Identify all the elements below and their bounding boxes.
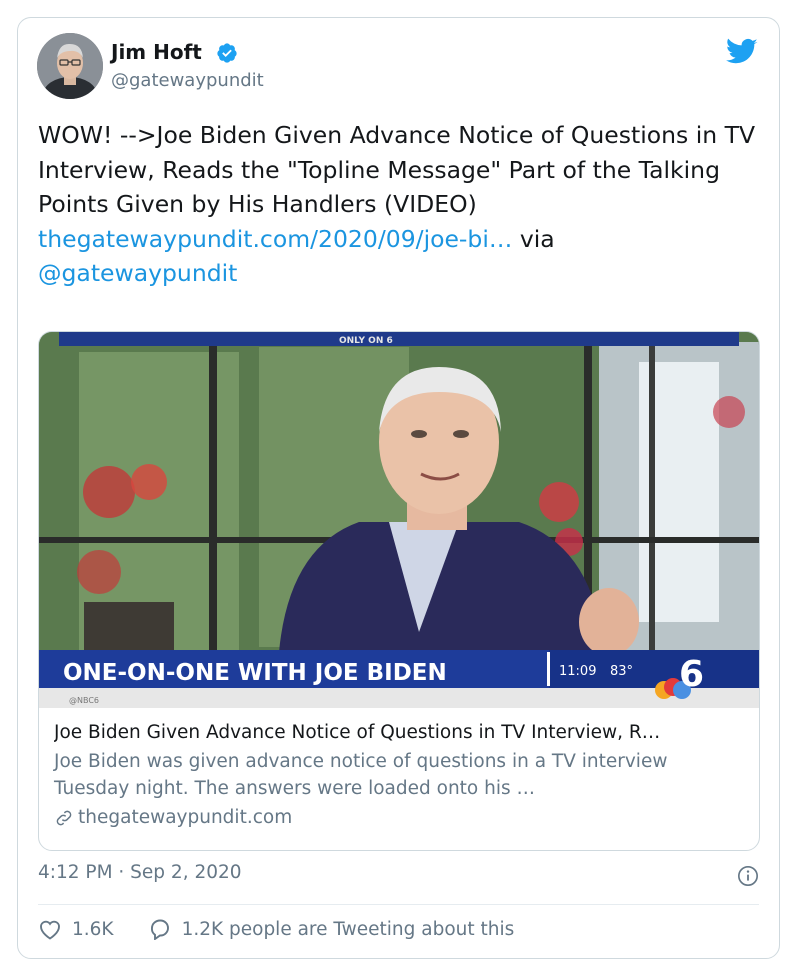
divider <box>38 904 759 905</box>
conversation-text: 1.2K people are Tweeting about this <box>181 918 515 940</box>
video-thumbnail[interactable]: ONLY ON 6 ONE-ON-ONE WITH JOE BIDEN 11:0… <box>39 332 759 708</box>
link-card-description: Joe Biden was given advance notice of qu… <box>54 751 668 799</box>
svg-text:6: 6 <box>679 654 704 695</box>
link-card-title[interactable]: Joe Biden Given Advance Notice of Questi… <box>54 720 744 746</box>
avatar[interactable] <box>37 33 103 99</box>
tweet-card: Jim Hoft @gatewaypundit WOW! -->Joe Bide… <box>17 17 780 959</box>
link-card-domain: thegatewaypundit.com <box>78 807 293 828</box>
comment-icon <box>150 919 169 940</box>
info-icon[interactable] <box>737 865 759 887</box>
verified-badge-icon <box>217 43 237 63</box>
link-card-domain-row[interactable]: thegatewaypundit.com <box>54 804 744 831</box>
link-preview-card[interactable]: ONLY ON 6 ONE-ON-ONE WITH JOE BIDEN 11:0… <box>38 331 760 851</box>
twitter-bird-icon[interactable] <box>726 38 758 66</box>
temperature: 83° <box>610 664 633 679</box>
link-icon <box>56 810 72 825</box>
tweet-body: WOW! -->Joe Biden Given Advance Notice o… <box>38 121 756 218</box>
clock: 11:09 <box>559 664 596 679</box>
banner-top: ONLY ON 6 <box>339 336 393 346</box>
like-count: 1.6K <box>72 918 114 940</box>
heart-icon <box>40 920 60 940</box>
via-mention-link[interactable]: @gatewaypundit <box>38 259 237 287</box>
tweet-timestamp[interactable]: 4:12 PM · Sep 2, 2020 <box>38 862 242 883</box>
tweet-link[interactable]: thegatewaypundit.com/2020/09/joe-bi… <box>38 225 512 253</box>
conversation-link[interactable]: 1.2K people are Tweeting about this <box>148 918 515 940</box>
link-card-text: Joe Biden Given Advance Notice of Questi… <box>54 720 744 831</box>
author-handle[interactable]: @gatewaypundit <box>111 70 264 91</box>
via-label: via <box>519 224 555 253</box>
author-name[interactable]: Jim Hoft <box>111 40 202 64</box>
social-handle: @NBC6 <box>69 696 99 705</box>
tweet-text: WOW! -->Joe Biden Given Advance Notice o… <box>38 118 758 291</box>
tweet-actions: 1.6K 1.2K people are Tweeting about this <box>38 918 514 940</box>
lower-third-text: ONE-ON-ONE WITH JOE BIDEN <box>63 660 447 686</box>
lower-third: ONE-ON-ONE WITH JOE BIDEN 11:09 83° 6 @N… <box>39 650 759 708</box>
like-button[interactable]: 1.6K <box>38 918 114 940</box>
